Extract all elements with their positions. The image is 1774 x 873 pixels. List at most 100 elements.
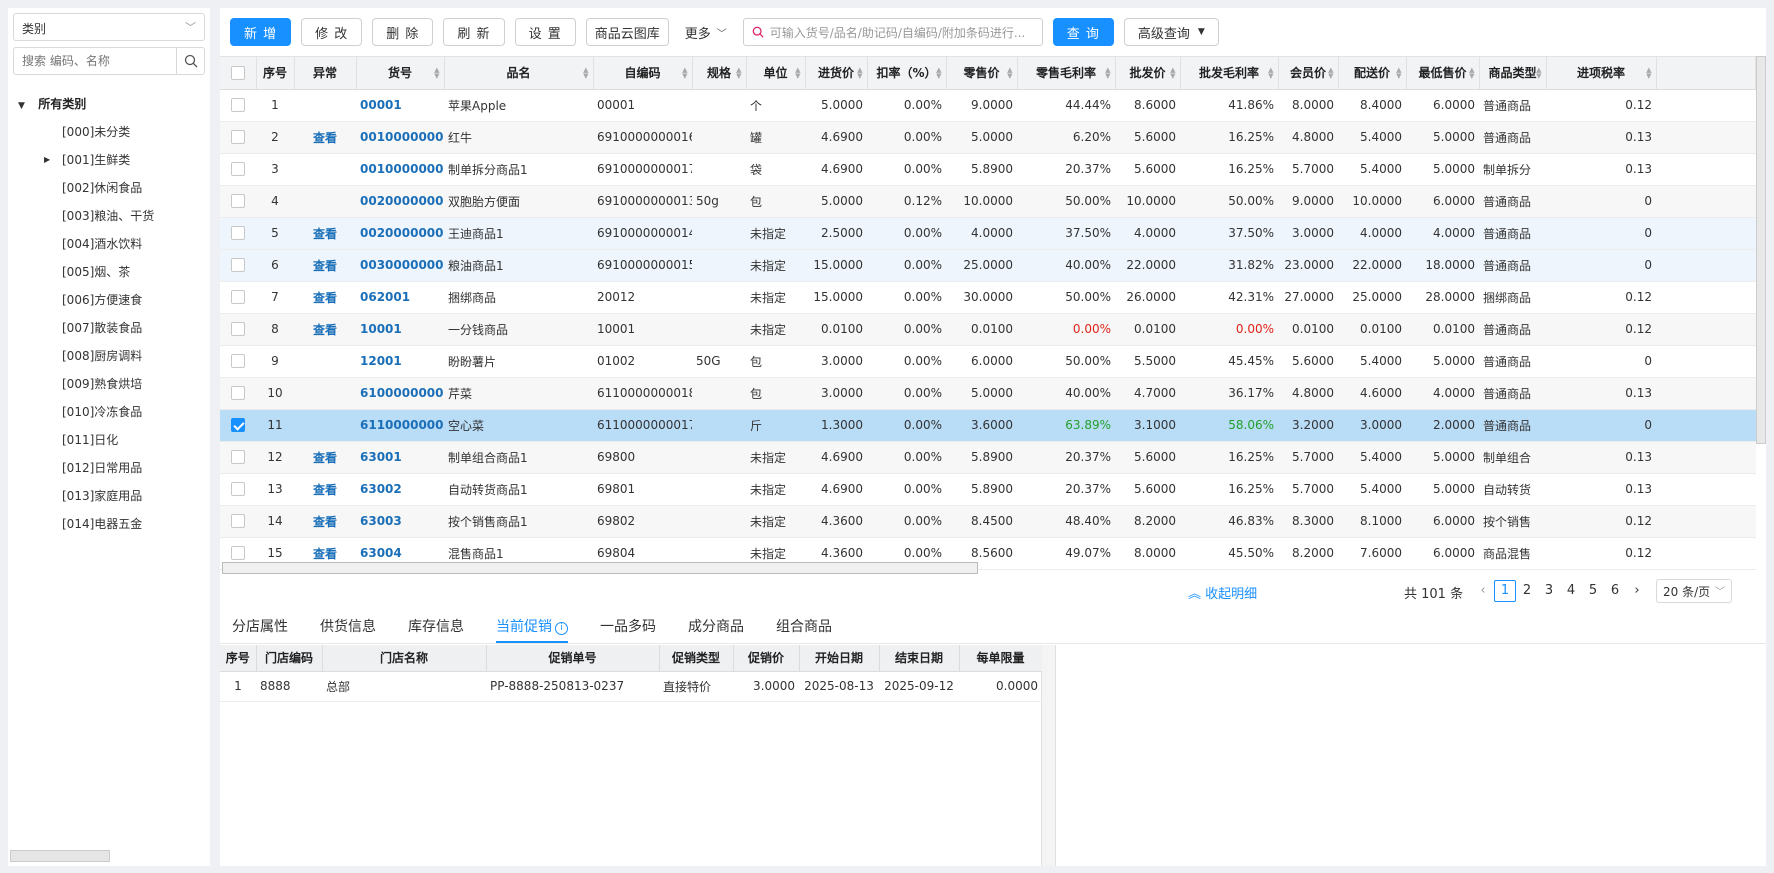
- column-header[interactable]: 序号: [256, 57, 295, 90]
- row-checkbox[interactable]: [231, 226, 245, 241]
- column-header[interactable]: 会员价 ▲ ▼: [1278, 57, 1339, 90]
- column-header[interactable]: 异常: [294, 57, 357, 90]
- tree-item[interactable]: [011]日化: [8, 426, 210, 454]
- column-header[interactable]: 最低售价 ▲ ▼: [1406, 57, 1480, 90]
- prev-page-icon[interactable]: ‹: [1472, 580, 1494, 602]
- table-row[interactable]: 1 00001 苹果Apple 00001 个 5.0000 0.00% 9.0000 44.4…: [220, 89, 1756, 122]
- cell-abn[interactable]: 查看: [294, 121, 356, 154]
- more-menu[interactable]: 更多 ﹀: [678, 18, 733, 46]
- row-checkbox[interactable]: [231, 130, 245, 145]
- row-checkbox[interactable]: [231, 194, 245, 209]
- table-row[interactable]: 7 查看 062001 捆绑商品 20012 未指定 15.0000 0.00% 30.0000…: [220, 281, 1756, 314]
- tree-item[interactable]: [012]日常用品: [8, 454, 210, 482]
- tree-item[interactable]: [008]厨房调料: [8, 342, 210, 370]
- cell-code[interactable]: 0020000000015: [356, 185, 444, 218]
- category-search-button[interactable]: [177, 47, 205, 75]
- column-header[interactable]: 配送价 ▲ ▼: [1338, 57, 1407, 90]
- sort-icon[interactable]: ▲ ▼: [1170, 67, 1175, 80]
- panel-divider[interactable]: [1042, 645, 1056, 866]
- column-header[interactable]: 批发价 ▲ ▼: [1115, 57, 1181, 90]
- cell-abn[interactable]: 查看: [294, 473, 356, 506]
- sort-icon[interactable]: ▲ ▼: [682, 67, 687, 80]
- table-row[interactable]: 13 查看 63002 自动转货商品1 69801 未指定 4.6900 0.00% 5.890…: [220, 473, 1756, 506]
- column-header[interactable]: 自编码 ▲ ▼: [593, 57, 693, 90]
- table-row[interactable]: 10 6100000000019芹菜6110000000018 包3.00000.0…: [220, 377, 1756, 410]
- table-row[interactable]: 5查看0020000000016王迪商品16910000000014 未指定2.5…: [220, 217, 1756, 250]
- cell-abn[interactable]: 查看: [294, 441, 356, 474]
- row-checkbox[interactable]: [231, 482, 245, 497]
- table-row[interactable]: 3 0010000000017制单拆分商品16910000000017 袋4.690…: [220, 153, 1756, 186]
- table-row[interactable]: 14 查看 63003 按个销售商品1 69802 未指定 4.3600 0.00% 8.450…: [220, 505, 1756, 538]
- cell-abn[interactable]: 查看: [294, 217, 356, 250]
- tab-3[interactable]: 当前促销 i: [496, 612, 568, 643]
- cell-code[interactable]: 0020000000016: [356, 217, 444, 250]
- tree-item[interactable]: [004]酒水饮料: [8, 230, 210, 258]
- refresh-button[interactable]: 刷 新: [443, 18, 505, 46]
- tree-item[interactable]: ▶ [001]生鲜类: [8, 146, 210, 174]
- page-3[interactable]: 3: [1538, 580, 1560, 602]
- cell-code[interactable]: 10001: [356, 313, 444, 346]
- promotion-column-header[interactable]: 促销类型: [659, 645, 734, 672]
- settings-button[interactable]: 设 置: [514, 18, 576, 46]
- sort-icon[interactable]: ▲ ▼: [936, 67, 941, 80]
- tree-root[interactable]: ▼ 所有类别: [8, 90, 210, 118]
- promotion-column-header[interactable]: 促销价: [733, 645, 800, 672]
- page-6[interactable]: 6: [1604, 580, 1626, 602]
- sort-icon[interactable]: ▲ ▼: [1328, 67, 1333, 80]
- horizontal-scrollbar[interactable]: [10, 850, 110, 862]
- cell-code[interactable]: 63001: [356, 441, 444, 474]
- tree-item[interactable]: [007]散装食品: [8, 314, 210, 342]
- cell-code[interactable]: 63002: [356, 473, 444, 506]
- row-checkbox[interactable]: [231, 258, 245, 273]
- tab-0[interactable]: 分店属性: [232, 612, 288, 643]
- info-icon[interactable]: i: [555, 622, 568, 635]
- cell-abn[interactable]: 查看: [294, 249, 356, 282]
- sort-icon[interactable]: ▲ ▼: [795, 67, 800, 80]
- tree-item[interactable]: [000]未分类: [8, 118, 210, 146]
- row-checkbox[interactable]: [231, 322, 245, 337]
- tree-item[interactable]: [009]熟食烘培: [8, 370, 210, 398]
- sort-icon[interactable]: ▲ ▼: [583, 67, 588, 80]
- column-header[interactable]: 品名 ▲ ▼: [444, 57, 594, 90]
- table-row[interactable]: 2查看0010000000016红牛6910000000016罐4.69000.…: [220, 121, 1756, 154]
- column-header[interactable]: 批发毛利率 ▲ ▼: [1180, 57, 1279, 90]
- horizontal-scrollbar[interactable]: [222, 562, 978, 574]
- collapse-detail-link[interactable]: ︽ 收起明细: [1188, 583, 1257, 602]
- select-all-checkbox[interactable]: [230, 66, 245, 80]
- column-header[interactable]: 商品类型 ▲ ▼: [1479, 57, 1547, 90]
- vertical-scrollbar[interactable]: [1756, 56, 1766, 444]
- table-row[interactable]: 6查看0030000000014粮油商品16910000000015 未指定15.…: [220, 249, 1756, 282]
- edit-button[interactable]: 修 改: [301, 18, 363, 46]
- category-search-input[interactable]: [13, 47, 177, 75]
- cell-code[interactable]: 6110000000017: [356, 409, 444, 442]
- caret-right-icon[interactable]: ▶: [44, 146, 50, 174]
- cell-abn[interactable]: 查看: [294, 505, 356, 538]
- row-checkbox[interactable]: [231, 354, 245, 369]
- cloud-gallery-button[interactable]: 商品云图库: [585, 18, 669, 46]
- table-row[interactable]: 12 查看 63001 制单组合商品1 69800 未指定 4.6900 0.00% 5.890…: [220, 441, 1756, 474]
- row-checkbox[interactable]: [231, 450, 245, 465]
- page-1[interactable]: 1: [1494, 580, 1516, 602]
- row-checkbox[interactable]: [231, 162, 245, 177]
- promotion-column-header[interactable]: 序号: [220, 645, 257, 672]
- tree-item[interactable]: [010]冷冻食品: [8, 398, 210, 426]
- promotion-column-header[interactable]: 门店名称: [322, 645, 487, 672]
- tab-4[interactable]: 一品多码: [600, 612, 656, 643]
- next-page-icon[interactable]: ›: [1626, 580, 1648, 602]
- delete-button[interactable]: 删 除: [372, 18, 434, 46]
- cell-abn[interactable]: 查看: [294, 281, 356, 314]
- sort-icon[interactable]: ▲ ▼: [1469, 67, 1474, 80]
- column-header[interactable]: 扣率（%） ▲ ▼: [867, 57, 947, 90]
- sort-icon[interactable]: ▲ ▼: [1396, 67, 1401, 80]
- row-checkbox[interactable]: [231, 290, 245, 305]
- sort-icon[interactable]: ▲ ▼: [1007, 67, 1012, 80]
- category-type-select[interactable]: 类别 ﹀: [13, 13, 205, 41]
- tab-2[interactable]: 库存信息: [408, 612, 464, 643]
- caret-down-icon[interactable]: ▼: [18, 92, 34, 120]
- tab-6[interactable]: 组合商品: [776, 612, 832, 643]
- cell-code[interactable]: 0030000000014: [356, 249, 444, 282]
- cell-abn[interactable]: 查看: [294, 313, 356, 346]
- column-header[interactable]: 零售价 ▲ ▼: [946, 57, 1018, 90]
- sort-icon[interactable]: ▲ ▼: [1268, 67, 1273, 80]
- row-checkbox[interactable]: [231, 386, 245, 401]
